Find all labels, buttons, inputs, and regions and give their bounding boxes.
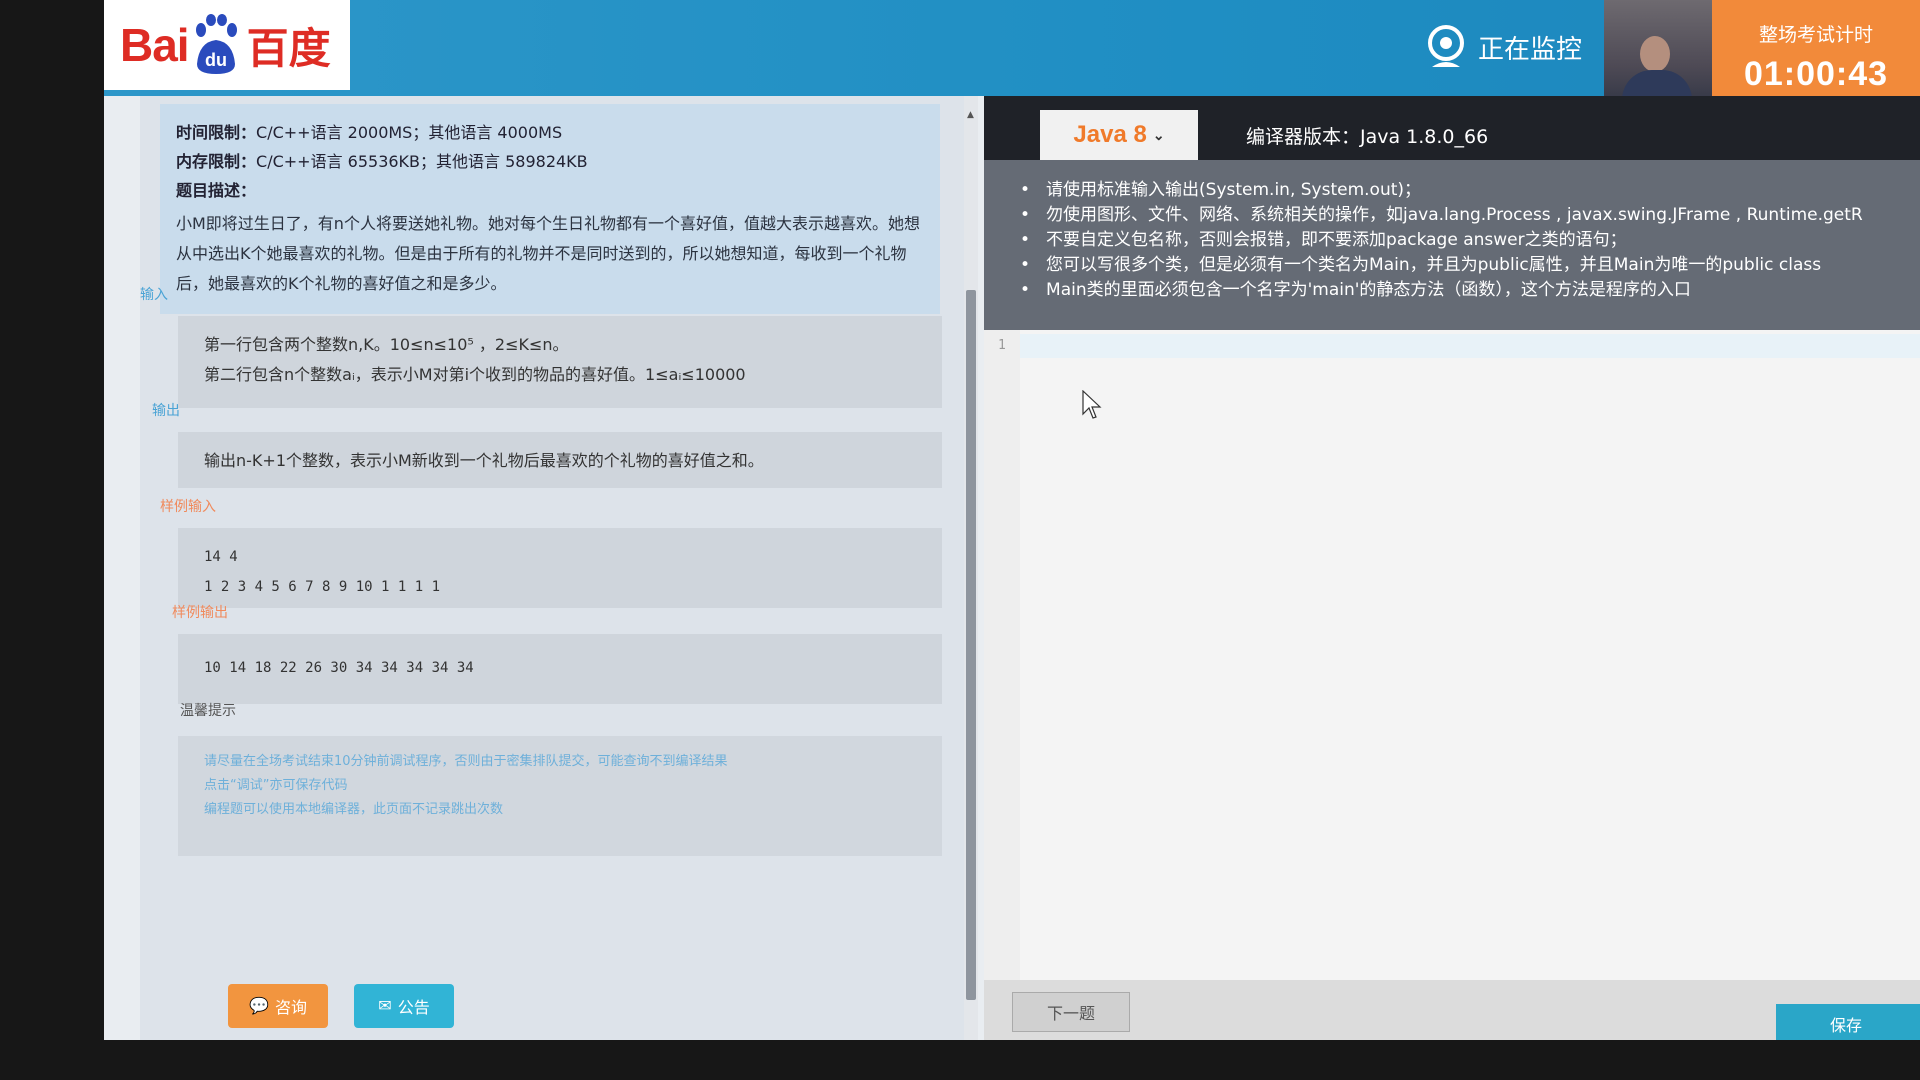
timer-value: 01:00:43 xyxy=(1743,55,1889,93)
sample-output-section: 10 14 18 22 26 30 34 34 34 34 34 xyxy=(178,634,942,704)
input-section-label: 输入 xyxy=(140,287,168,303)
webcam-preview xyxy=(1604,0,1712,110)
sample-output: 10 14 18 22 26 30 34 34 34 34 34 xyxy=(204,660,474,676)
note-item: 勿使用图形、文件、网络、系统相关的操作，如java.lang.Process ,… xyxy=(1020,203,1892,228)
compiler-version: 编译器版本：Java 1.8.0_66 xyxy=(1246,126,1489,148)
sample-output-label: 样例输出 xyxy=(172,605,228,621)
sample-input-label: 样例输入 xyxy=(160,499,216,515)
logo-text-baidu: 百度 xyxy=(246,24,331,72)
baidu-logo: Bai du 百度 xyxy=(104,0,350,90)
code-editor[interactable]: 1 xyxy=(984,330,1920,980)
input-line-2: 第二行包含n个整数aᵢ，表示小M对第i个收到的物品的喜好值。1≤aᵢ≤10000 xyxy=(204,365,746,384)
time-limit-row: 时间限制：C/C++语言 2000MS；其他语言 4000MS xyxy=(176,118,924,147)
chat-icon: 💬 xyxy=(249,998,269,1015)
consult-label: 咨询 xyxy=(274,1000,307,1017)
language-label: Java 8 xyxy=(1073,121,1147,148)
sample-input-line-1: 14 4 xyxy=(204,549,238,565)
scroll-up-arrow-icon[interactable]: ▲ xyxy=(967,110,974,120)
exam-timer: 整场考试计时 01:00:43 xyxy=(1712,0,1920,110)
description-label: 题目描述： xyxy=(176,181,257,200)
tips-section: 请尽量在全场考试结束10分钟前调试程序，否则由于密集排队提交，可能查询不到编译结… xyxy=(178,736,942,856)
consult-button[interactable]: 💬 咨询 xyxy=(228,984,328,1028)
tip-line-2: 点击“调试”亦可保存代码 xyxy=(204,778,348,793)
next-question-button[interactable]: 下一题 xyxy=(1012,992,1130,1032)
notice-label: 公告 xyxy=(397,1000,430,1017)
note-item: 您可以写很多个类，但是必须有一个类名为Main，并且为public属性，并且Ma… xyxy=(1020,253,1892,278)
exam-screen: Bai du 百度 正在监控 整场考试计时 01:00:43 时间限制：C/C+… xyxy=(104,0,1920,1040)
mouse-pointer-icon xyxy=(1082,389,1102,420)
memory-limit-value: C/C++语言 65536KB；其他语言 589824KB xyxy=(256,152,588,171)
problem-info: 时间限制：C/C++语言 2000MS；其他语言 4000MS 内存限制：C/C… xyxy=(160,104,940,314)
output-section: 输出n-K+1个整数，表示小M新收到一个礼物后最喜欢的个礼物的喜好值之和。 xyxy=(178,432,942,488)
line-gutter: 1 xyxy=(984,330,1020,980)
input-section: 第一行包含两个整数n,K。10≤n≤10⁵ ，2≤K≤n。 第二行包含n个整数a… xyxy=(178,316,942,408)
active-line[interactable] xyxy=(1020,334,1920,358)
logo-paw-text: du xyxy=(205,50,227,70)
language-notes: 请使用标准输入输出(System.in, System.out)； 勿使用图形、… xyxy=(984,160,1920,330)
memory-limit-row: 内存限制：C/C++语言 65536KB；其他语言 589824KB xyxy=(176,147,924,176)
scrollbar-thumb[interactable] xyxy=(966,290,976,1000)
chevron-down-icon: ⌄ xyxy=(1152,126,1165,143)
tip-line-1: 请尽量在全场考试结束10分钟前调试程序，否则由于密集排队提交，可能查询不到编译结… xyxy=(204,754,728,769)
note-item: 请使用标准输入输出(System.in, System.out)； xyxy=(1020,178,1892,203)
timer-label: 整场考试计时 xyxy=(1758,24,1873,46)
input-line-1: 第一行包含两个整数n,K。10≤n≤10⁵ ，2≤K≤n。 xyxy=(204,335,569,354)
paw-icon: du xyxy=(191,14,241,76)
problem-description: 小M即将过生日了，有n个人将要送她礼物。她对每个生日礼物都有一个喜好值，值越大表… xyxy=(176,214,920,293)
time-limit-value: C/C++语言 2000MS；其他语言 4000MS xyxy=(256,123,563,142)
notice-button[interactable]: ✉ 公告 xyxy=(354,984,454,1028)
language-select[interactable]: Java 8 ⌄ xyxy=(1040,110,1198,160)
logo-text-bai: Bai xyxy=(120,19,190,71)
webcam-icon xyxy=(1424,23,1468,71)
tip-line-3: 编程题可以使用本地编译器，此页面不记录跳出次数 xyxy=(204,802,504,817)
monitor-label: 正在监控 xyxy=(1478,34,1583,65)
editor-bottom-bar: 下一题 保存 xyxy=(984,980,1920,1040)
editor-toolbar: Java 8 ⌄ 编译器版本：Java 1.8.0_66 xyxy=(984,96,1920,160)
output-section-label: 输出 xyxy=(152,403,180,419)
mail-icon: ✉ xyxy=(378,998,392,1015)
time-limit-label: 时间限制： xyxy=(176,123,257,142)
problem-pane: 时间限制：C/C++语言 2000MS；其他语言 4000MS 内存限制：C/C… xyxy=(140,96,964,1040)
memory-limit-label: 内存限制： xyxy=(176,152,257,171)
save-button[interactable]: 保存 xyxy=(1776,1004,1920,1040)
header-bar: Bai du 百度 正在监控 整场考试计时 01:00:43 xyxy=(104,0,1920,110)
output-text: 输出n-K+1个整数，表示小M新收到一个礼物后最喜欢的个礼物的喜好值之和。 xyxy=(204,451,764,470)
tips-label: 温馨提示 xyxy=(180,703,236,719)
webcam-person-head xyxy=(1640,36,1670,72)
note-item: 不要自定义包名称，否则会报错，即不要添加package answer之类的语句； xyxy=(1020,228,1892,253)
note-item: Main类的里面必须包含一个名字为'main'的静态方法（函数），这个方法是程序… xyxy=(1020,278,1892,303)
monitoring-status: 正在监控 xyxy=(1424,22,1582,72)
editor-pane: Java 8 ⌄ 编译器版本：Java 1.8.0_66 请使用标准输入输出(S… xyxy=(984,96,1920,1040)
line-number: 1 xyxy=(998,338,1006,353)
sample-input-section: 14 4 1 2 3 4 5 6 7 8 9 10 1 1 1 1 xyxy=(178,528,942,608)
sample-input-line-2: 1 2 3 4 5 6 7 8 9 10 1 1 1 1 xyxy=(204,579,441,595)
